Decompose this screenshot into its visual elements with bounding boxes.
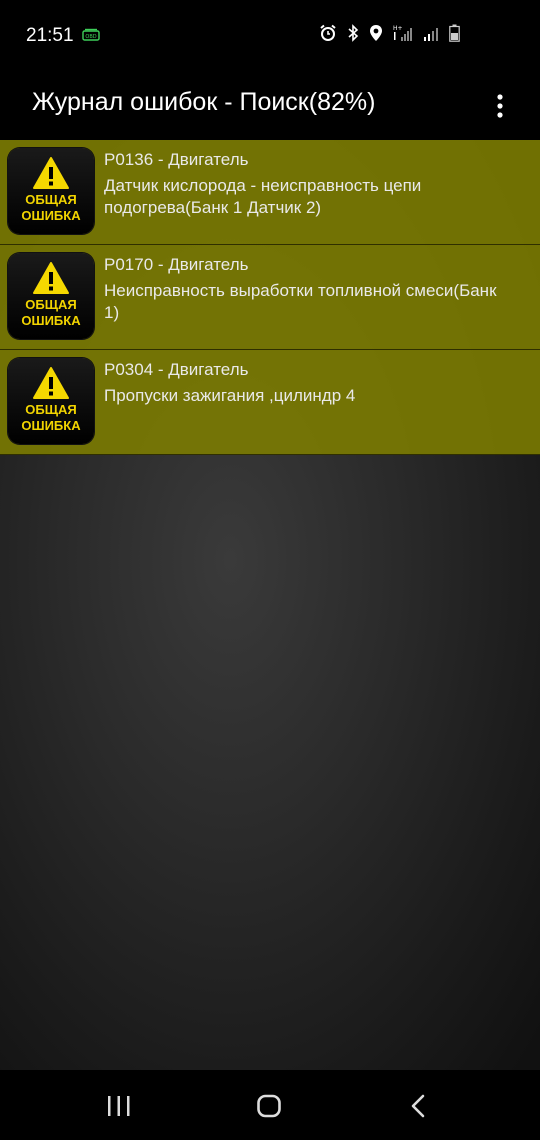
fault-description: Неисправность выработки топливной смеси(… [104,281,497,322]
fault-code: P0304 - Двигатель [104,360,249,379]
battery-icon [449,24,460,42]
svg-text:OBD: OBD [85,34,96,40]
fault-list: ОБЩАЯ ОШИБКА P0136 - Двигатель Датчик ки… [0,140,540,455]
overflow-menu-icon[interactable] [490,92,510,120]
fault-code: P0136 - Двигатель [104,150,249,169]
alarm-icon [320,24,336,41]
fault-row[interactable]: ОБЩАЯ ОШИБКА P0136 - Двигатель Датчик ки… [0,140,540,245]
status-time: 21:51 [26,25,74,46]
fault-row[interactable]: ОБЩАЯ ОШИБКА P0170 - Двигатель Неисправн… [0,245,540,350]
general-fault-badge: ОБЩАЯ ОШИБКА [8,253,94,339]
back-icon[interactable] [404,1092,434,1120]
bluetooth-icon [348,24,359,42]
status-bar: 21:51 OBD H+ [0,0,540,70]
navigation-bar [0,1070,540,1140]
badge-label: ОШИБКА [21,418,81,433]
general-fault-badge: ОБЩАЯ ОШИБКА [8,148,94,234]
warning-icon [33,367,69,399]
general-fault-badge: ОБЩАЯ ОШИБКА [8,358,94,444]
signal-icon: H+ [393,25,412,41]
badge-label: ОБЩАЯ [25,192,77,207]
home-icon[interactable] [254,1092,284,1120]
badge-label: ОБЩАЯ [25,402,77,417]
fault-code: P0170 - Двигатель [104,255,249,274]
fault-description: Пропуски зажигания ,цилиндр 4 [104,386,356,405]
status-icons: H+ [319,24,460,42]
location-icon [370,25,382,41]
recents-icon[interactable] [104,1092,134,1120]
svg-text:H+: H+ [393,25,403,32]
warning-icon [33,262,69,294]
badge-label: ОШИБКА [21,313,81,328]
app-bar: Журнал ошибок - Поиск(82%) [0,70,540,140]
badge-label: ОШИБКА [21,208,81,223]
signal-icon [424,28,438,41]
warning-icon [33,157,69,189]
obd-icon: OBD [82,28,100,41]
page-title: Журнал ошибок - Поиск(82%) [32,88,376,116]
badge-label: ОБЩАЯ [25,297,77,312]
fault-description: Датчик кислорода - неисправность цепи по… [104,176,422,217]
fault-row[interactable]: ОБЩАЯ ОШИБКА P0304 - Двигатель Пропуски … [0,350,540,455]
